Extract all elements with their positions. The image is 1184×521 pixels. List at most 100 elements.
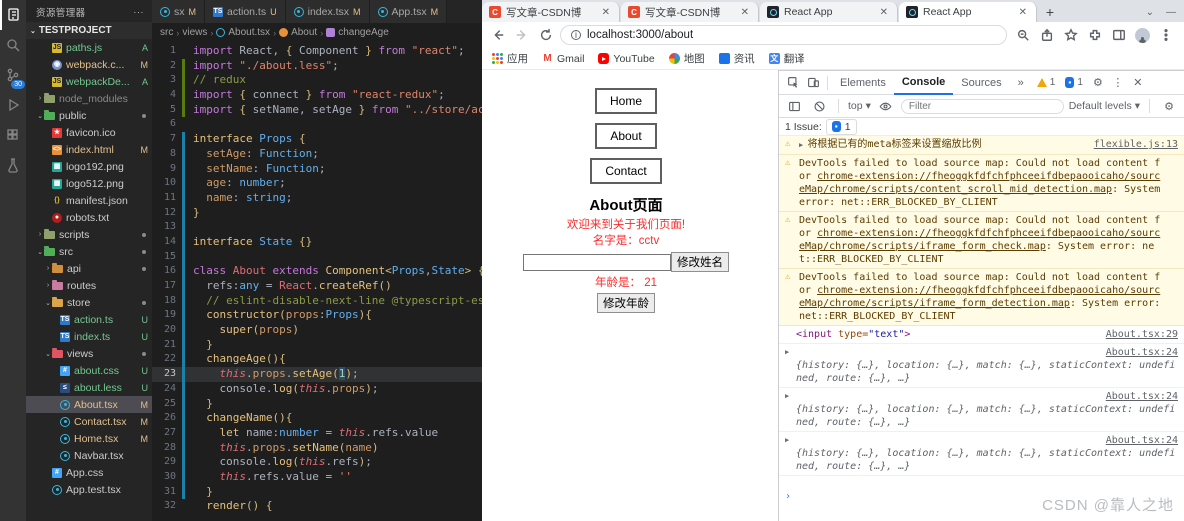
code-line-14[interactable]: 14 interface State {}: [152, 234, 482, 250]
code-line-7[interactable]: 7 interface Props {: [152, 132, 482, 147]
address-bar[interactable]: i localhost:3000/about: [560, 25, 1007, 45]
chrome-menu-icon[interactable]: [1158, 25, 1174, 45]
code-line-16[interactable]: 16 class About extends Component<Props,St…: [152, 264, 482, 279]
tree-item-index-html[interactable]: <> index.html M: [26, 141, 152, 158]
code-line-27[interactable]: 27 let name:number = this.refs.value: [152, 425, 482, 441]
tree-item-routes[interactable]: › routes: [26, 277, 152, 294]
tab-close-icon[interactable]: ✕: [878, 7, 890, 18]
issues-bar[interactable]: 1 Issue: ▪ 1: [779, 118, 1184, 136]
devtools-tab-console[interactable]: Console: [893, 71, 954, 95]
expand-arrow-icon[interactable]: ▶: [785, 434, 792, 473]
extensions-puzzle-icon[interactable]: [1087, 25, 1103, 45]
code-line-13[interactable]: 13: [152, 220, 482, 235]
tree-item-webpack-c-[interactable]: ◉ webpack.c... M: [26, 56, 152, 73]
side-panel-icon[interactable]: [1111, 25, 1127, 45]
breadcrumb-item[interactable]: About: [291, 27, 317, 38]
tree-item-public[interactable]: ⌄ public: [26, 107, 152, 124]
tree-item-app-test-tsx[interactable]: App.test.tsx: [26, 481, 152, 498]
bookmark-news[interactable]: 资讯: [718, 51, 755, 66]
code-line-10[interactable]: 10 age: number;: [152, 176, 482, 191]
source-link[interactable]: flexible.js:13: [1094, 138, 1178, 152]
message-count-badge[interactable]: ▪ 1: [1065, 77, 1083, 88]
code-line-26[interactable]: 26 changeName(){: [152, 411, 482, 426]
test-icon[interactable]: [0, 150, 26, 180]
devtools-tab-elements[interactable]: Elements: [832, 71, 894, 95]
console-message-5[interactable]: <input type="text"> About.tsx:29: [779, 326, 1184, 344]
code-line-12[interactable]: 12}: [152, 205, 482, 221]
bookmark-yt[interactable]: YouTube: [598, 53, 655, 65]
browser-tab-1[interactable]: C 写文章-CSDN博 ✕: [482, 2, 620, 22]
code-line-30[interactable]: 30 this.refs.value = '': [152, 469, 482, 485]
run-debug-icon[interactable]: [0, 90, 26, 120]
tree-item-about-tsx[interactable]: About.tsx M: [26, 396, 152, 413]
project-root-folder[interactable]: ⌄ TESTPROJECT: [26, 22, 152, 39]
code-line-24[interactable]: 24 console.log(this.props);: [152, 381, 482, 397]
browser-tab-4[interactable]: React App ✕: [899, 2, 1037, 22]
tree-item-paths-js[interactable]: JS paths.js A: [26, 39, 152, 56]
clear-console-icon[interactable]: [809, 97, 829, 115]
bookmark-gmail[interactable]: M Gmail: [542, 53, 584, 65]
tab-close-icon[interactable]: ✕: [600, 7, 612, 18]
console-settings-icon[interactable]: ⚙: [1159, 97, 1179, 115]
refresh-icon[interactable]: [536, 25, 556, 45]
change-name-button[interactable]: 修改姓名: [671, 252, 729, 272]
console-message-2[interactable]: ⚠ DevTools failed to load source map: Cou…: [779, 155, 1184, 212]
expand-arrow-icon[interactable]: [785, 328, 792, 341]
tree-item-src[interactable]: ⌄ src: [26, 243, 152, 260]
forward-icon[interactable]: [512, 25, 532, 45]
tree-item-api[interactable]: › api: [26, 260, 152, 277]
code-line-22[interactable]: 22 changeAge(){: [152, 352, 482, 368]
console-message-3[interactable]: ⚠ DevTools failed to load source map: Cou…: [779, 212, 1184, 269]
inspect-element-icon[interactable]: [783, 74, 803, 92]
code-line-31[interactable]: 31 }: [152, 484, 482, 500]
code-line-6[interactable]: 6: [152, 117, 482, 132]
code-line-11[interactable]: 11 name: string;: [152, 190, 482, 206]
console-filter-input[interactable]: [900, 98, 1064, 114]
new-tab-button[interactable]: +: [1038, 2, 1062, 22]
breadcrumb[interactable]: src › views › About.tsx › About › changeAge: [152, 23, 482, 42]
devtools-tab-more[interactable]: »: [1010, 71, 1032, 95]
devtools-close-icon[interactable]: ✕: [1128, 74, 1148, 92]
tree-item-favicon-ico[interactable]: ★ favicon.ico: [26, 124, 152, 141]
code-line-9[interactable]: 9 setName: Function;: [152, 161, 482, 177]
browser-tab-3[interactable]: React App ✕: [760, 2, 898, 22]
tree-item-navbar-tsx[interactable]: Navbar.tsx: [26, 447, 152, 464]
warning-count-badge[interactable]: 1: [1036, 77, 1055, 88]
code-line-32[interactable]: 32 render() {: [152, 499, 482, 514]
source-link[interactable]: About.tsx:24: [1106, 391, 1178, 402]
console-message-6[interactable]: ▶ About.tsx:24 {history: {…}, location: {……: [779, 344, 1184, 388]
browser-tab-2[interactable]: C 写文章-CSDN博 ✕: [621, 2, 759, 22]
tree-item-contact-tsx[interactable]: Contact.tsx M: [26, 413, 152, 430]
code-line-21[interactable]: 21 }: [152, 337, 482, 353]
code-line-5[interactable]: 5 import { setName, setAge } from "../sto…: [152, 102, 482, 118]
source-link[interactable]: About.tsx:24: [1106, 347, 1178, 358]
breadcrumb-item[interactable]: About.tsx: [228, 27, 270, 38]
code-line-25[interactable]: 25 }: [152, 396, 482, 412]
tree-item-scripts[interactable]: › scripts: [26, 226, 152, 243]
bookmark-star-icon[interactable]: [1063, 25, 1079, 45]
console-message-1[interactable]: ⚠ ▶ 将根据已有的meta标签来设置缩放比例 flexible.js:13: [779, 136, 1184, 155]
extensions-icon[interactable]: [0, 120, 26, 150]
source-control-icon[interactable]: 30: [0, 60, 26, 90]
eye-icon[interactable]: [876, 97, 896, 115]
tree-item-action-ts[interactable]: TS action.ts U: [26, 311, 152, 328]
console-message-7[interactable]: ▶ About.tsx:24 {history: {…}, location: {……: [779, 388, 1184, 432]
code-line-23[interactable]: 23 this.props.setAge(1);: [152, 367, 482, 382]
expand-arrow-icon[interactable]: ▶: [785, 390, 792, 429]
tree-item-logo192-png[interactable]: ▦ logo192.png: [26, 158, 152, 175]
explorer-icon[interactable]: [0, 0, 26, 30]
log-levels-selector[interactable]: Default levels ▾: [1069, 100, 1140, 112]
change-age-button[interactable]: 修改年龄: [597, 293, 655, 313]
tree-item-store[interactable]: ⌄ store: [26, 294, 152, 311]
code-line-1[interactable]: 1 import React, { Component } from "react…: [152, 44, 482, 59]
breadcrumb-item[interactable]: changeAge: [338, 27, 389, 38]
bookmark-tr[interactable]: 文翻译: [768, 51, 805, 66]
tree-item-about-css[interactable]: # about.css U: [26, 362, 152, 379]
tab-search-icon[interactable]: ⌄: [1146, 7, 1154, 18]
devtools-tab-sources[interactable]: Sources: [953, 71, 1009, 95]
editor-tab-index-tsx[interactable]: index.tsx M: [285, 0, 370, 23]
code-line-28[interactable]: 28 this.props.setName(name): [152, 440, 482, 456]
code-line-15[interactable]: 15: [152, 249, 482, 265]
tree-item-app-css[interactable]: # App.css: [26, 464, 152, 481]
tree-item-views[interactable]: ⌄ views: [26, 345, 152, 362]
